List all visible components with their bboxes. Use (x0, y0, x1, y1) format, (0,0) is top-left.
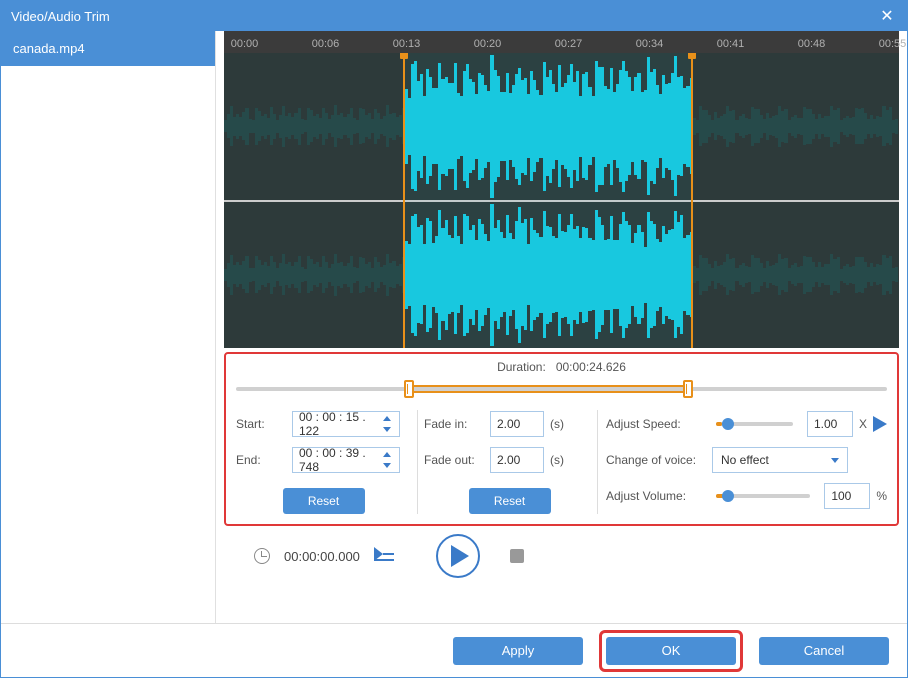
preview-play-icon[interactable] (873, 416, 887, 432)
file-name: canada.mp4 (13, 41, 85, 56)
volume-label: Adjust Volume: (606, 489, 706, 503)
duration-value: 00:00:24.626 (556, 360, 626, 374)
time-tick: 00:13 (393, 38, 421, 50)
apply-button[interactable]: Apply (453, 637, 583, 665)
duration-row: Duration: 00:00:24.626 (236, 358, 887, 380)
time-tick: 00:20 (474, 38, 502, 50)
playback-time: 00:00:00.000 (284, 549, 360, 564)
trim-slider-start-handle[interactable] (404, 380, 414, 398)
fade-out-label: Fade out: (424, 453, 484, 467)
time-tick: 00:41 (717, 38, 745, 50)
time-tick: 00:34 (636, 38, 664, 50)
end-label: End: (236, 453, 286, 467)
speed-input[interactable] (807, 411, 853, 437)
end-time-input[interactable]: 00 : 00 : 39 . 748 (292, 447, 400, 473)
chevron-down-icon (831, 458, 839, 463)
fade-out-unit: (s) (550, 453, 564, 467)
file-list: canada.mp4 (1, 31, 216, 623)
spinner-down-icon[interactable] (383, 427, 391, 432)
start-label: Start: (236, 417, 286, 431)
trim-slider[interactable] (236, 380, 887, 398)
time-tick: 00:00 (231, 38, 259, 50)
spinner-up-icon[interactable] (383, 452, 391, 457)
waveform[interactable] (224, 53, 899, 348)
play-icon (451, 545, 469, 567)
time-tick: 00:55 (879, 38, 907, 50)
ok-highlight: OK (599, 630, 743, 672)
dialog-footer: Apply OK Cancel (1, 623, 907, 677)
clock-icon (254, 548, 270, 564)
spinner-up-icon[interactable] (383, 416, 391, 421)
start-time-input[interactable]: 00 : 00 : 15 . 122 (292, 411, 400, 437)
window-title: Video/Audio Trim (11, 9, 877, 24)
time-tick: 00:06 (312, 38, 340, 50)
title-bar: Video/Audio Trim ✕ (1, 1, 907, 31)
reset-trim-button[interactable]: Reset (283, 488, 365, 514)
reset-fade-button[interactable]: Reset (469, 488, 551, 514)
voice-label: Change of voice: (606, 453, 706, 467)
speed-unit: X (859, 417, 867, 431)
duration-label: Duration: (497, 360, 546, 374)
volume-slider[interactable] (716, 494, 810, 498)
fade-in-label: Fade in: (424, 417, 484, 431)
playback-bar: 00:00:00.000 (224, 526, 899, 586)
skip-forward-icon[interactable] (374, 547, 394, 566)
controls-panel: Duration: 00:00:24.626 Start: 00 : 00 : … (224, 352, 899, 526)
speed-label: Adjust Speed: (606, 417, 706, 431)
close-icon[interactable]: ✕ (877, 6, 897, 26)
file-item[interactable]: canada.mp4 (1, 31, 215, 66)
fade-in-input[interactable] (490, 411, 544, 437)
fade-out-input[interactable] (490, 447, 544, 473)
time-tick: 00:27 (555, 38, 583, 50)
volume-unit: % (876, 489, 887, 503)
cancel-button[interactable]: Cancel (759, 637, 889, 665)
voice-select[interactable]: No effect (712, 447, 848, 473)
speed-slider[interactable] (716, 422, 793, 426)
stop-button[interactable] (510, 549, 524, 563)
fade-in-unit: (s) (550, 417, 564, 431)
play-button[interactable] (436, 534, 480, 578)
trim-slider-end-handle[interactable] (683, 380, 693, 398)
ok-button[interactable]: OK (606, 637, 736, 665)
time-ruler: 00:00 00:06 00:13 00:20 00:27 00:34 00:41 00:48… (224, 31, 899, 53)
spinner-down-icon[interactable] (383, 463, 391, 468)
time-tick: 00:48 (798, 38, 826, 50)
volume-input[interactable] (824, 483, 870, 509)
